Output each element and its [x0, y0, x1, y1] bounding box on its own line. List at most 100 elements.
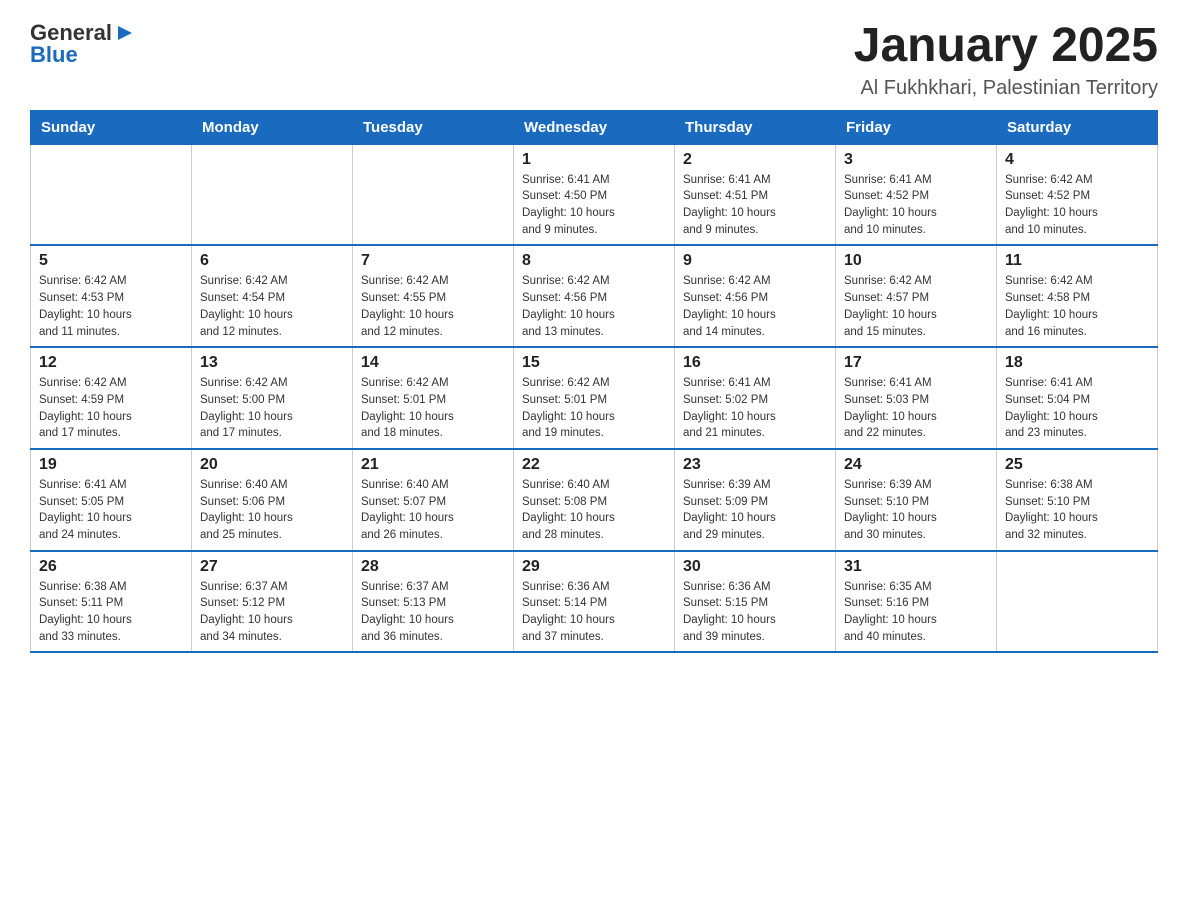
day-cell: 14 Sunrise: 6:42 AM Sunset: 5:01 PM Dayli…: [353, 347, 514, 449]
day-number: 26: [39, 558, 183, 576]
day-number: 18: [1005, 354, 1149, 372]
week-row-3: 12 Sunrise: 6:42 AM Sunset: 4:59 PM Dayli…: [31, 347, 1158, 449]
day-info: Sunrise: 6:41 AM Sunset: 5:04 PM Dayligh…: [1005, 375, 1149, 442]
header-cell-thursday: Thursday: [675, 110, 836, 144]
day-info: Sunrise: 6:40 AM Sunset: 5:06 PM Dayligh…: [200, 477, 344, 544]
page-header: General Blue January 2025 Al Fukhkhari, …: [30, 20, 1158, 100]
day-info: Sunrise: 6:42 AM Sunset: 5:01 PM Dayligh…: [361, 375, 505, 442]
day-number: 12: [39, 354, 183, 372]
day-cell: [997, 551, 1158, 653]
day-cell: 1 Sunrise: 6:41 AM Sunset: 4:50 PM Daylig…: [514, 144, 675, 245]
header-cell-friday: Friday: [836, 110, 997, 144]
day-cell: 26Sunrise: 6:38 AM Sunset: 5:11 PM Dayli…: [31, 551, 192, 653]
day-number: 14: [361, 354, 505, 372]
day-number: 30: [683, 558, 827, 576]
day-cell: 21Sunrise: 6:40 AM Sunset: 5:07 PM Dayli…: [353, 449, 514, 551]
day-number: 13: [200, 354, 344, 372]
day-info: Sunrise: 6:37 AM Sunset: 5:13 PM Dayligh…: [361, 579, 505, 646]
day-info: Sunrise: 6:41 AM Sunset: 5:05 PM Dayligh…: [39, 477, 183, 544]
month-title: January 2025: [854, 20, 1158, 73]
day-number: 22: [522, 456, 666, 474]
day-number: 25: [1005, 456, 1149, 474]
day-cell: 19 Sunrise: 6:41 AM Sunset: 5:05 PM Dayli…: [31, 449, 192, 551]
day-info: Sunrise: 6:41 AM Sunset: 5:03 PM Dayligh…: [844, 375, 988, 442]
day-number: 29: [522, 558, 666, 576]
day-cell: 22 Sunrise: 6:40 AM Sunset: 5:08 PM Dayli…: [514, 449, 675, 551]
day-cell: 24Sunrise: 6:39 AM Sunset: 5:10 PM Dayli…: [836, 449, 997, 551]
day-cell: 8 Sunrise: 6:42 AM Sunset: 4:56 PM Daylig…: [514, 245, 675, 347]
day-cell: 4Sunrise: 6:42 AM Sunset: 4:52 PM Daylig…: [997, 144, 1158, 245]
day-info: Sunrise: 6:36 AM Sunset: 5:15 PM Dayligh…: [683, 579, 827, 646]
week-row-4: 19 Sunrise: 6:41 AM Sunset: 5:05 PM Dayli…: [31, 449, 1158, 551]
day-cell: [192, 144, 353, 245]
week-row-1: 1 Sunrise: 6:41 AM Sunset: 4:50 PM Daylig…: [31, 144, 1158, 245]
day-cell: 16 Sunrise: 6:41 AM Sunset: 5:02 PM Dayli…: [675, 347, 836, 449]
day-cell: 23Sunrise: 6:39 AM Sunset: 5:09 PM Dayli…: [675, 449, 836, 551]
day-number: 6: [200, 252, 344, 270]
day-cell: 12 Sunrise: 6:42 AM Sunset: 4:59 PM Dayli…: [31, 347, 192, 449]
header-cell-wednesday: Wednesday: [514, 110, 675, 144]
day-number: 8: [522, 252, 666, 270]
header-cell-sunday: Sunday: [31, 110, 192, 144]
day-cell: 3 Sunrise: 6:41 AM Sunset: 4:52 PM Daylig…: [836, 144, 997, 245]
day-info: Sunrise: 6:42 AM Sunset: 5:00 PM Dayligh…: [200, 375, 344, 442]
day-cell: 13 Sunrise: 6:42 AM Sunset: 5:00 PM Dayli…: [192, 347, 353, 449]
day-number: 27: [200, 558, 344, 576]
day-info: Sunrise: 6:42 AM Sunset: 4:59 PM Dayligh…: [39, 375, 183, 442]
day-info: Sunrise: 6:39 AM Sunset: 5:10 PM Dayligh…: [844, 477, 988, 544]
day-cell: 5 Sunrise: 6:42 AM Sunset: 4:53 PM Daylig…: [31, 245, 192, 347]
day-cell: 7 Sunrise: 6:42 AM Sunset: 4:55 PM Daylig…: [353, 245, 514, 347]
header-cell-saturday: Saturday: [997, 110, 1158, 144]
day-number: 19: [39, 456, 183, 474]
day-cell: 2Sunrise: 6:41 AM Sunset: 4:51 PM Daylig…: [675, 144, 836, 245]
day-info: Sunrise: 6:38 AM Sunset: 5:10 PM Dayligh…: [1005, 477, 1149, 544]
day-number: 5: [39, 252, 183, 270]
day-number: 9: [683, 252, 827, 270]
header-cell-monday: Monday: [192, 110, 353, 144]
day-number: 16: [683, 354, 827, 372]
day-number: 2: [683, 151, 827, 169]
header-row: SundayMondayTuesdayWednesdayThursdayFrid…: [31, 110, 1158, 144]
day-info: Sunrise: 6:40 AM Sunset: 5:08 PM Dayligh…: [522, 477, 666, 544]
day-info: Sunrise: 6:42 AM Sunset: 4:55 PM Dayligh…: [361, 273, 505, 340]
day-cell: [353, 144, 514, 245]
day-cell: 6 Sunrise: 6:42 AM Sunset: 4:54 PM Daylig…: [192, 245, 353, 347]
header-cell-tuesday: Tuesday: [353, 110, 514, 144]
calendar-table: SundayMondayTuesdayWednesdayThursdayFrid…: [30, 110, 1158, 653]
day-number: 3: [844, 151, 988, 169]
day-info: Sunrise: 6:42 AM Sunset: 4:54 PM Dayligh…: [200, 273, 344, 340]
week-row-2: 5 Sunrise: 6:42 AM Sunset: 4:53 PM Daylig…: [31, 245, 1158, 347]
day-number: 7: [361, 252, 505, 270]
logo: General Blue: [30, 20, 136, 68]
day-number: 15: [522, 354, 666, 372]
day-info: Sunrise: 6:41 AM Sunset: 4:52 PM Dayligh…: [844, 172, 988, 239]
day-number: 23: [683, 456, 827, 474]
title-area: January 2025 Al Fukhkhari, Palestinian T…: [854, 20, 1158, 100]
day-number: 20: [200, 456, 344, 474]
day-cell: 29Sunrise: 6:36 AM Sunset: 5:14 PM Dayli…: [514, 551, 675, 653]
day-number: 17: [844, 354, 988, 372]
day-info: Sunrise: 6:41 AM Sunset: 4:50 PM Dayligh…: [522, 172, 666, 239]
day-cell: 20 Sunrise: 6:40 AM Sunset: 5:06 PM Dayli…: [192, 449, 353, 551]
logo-icon: General Blue: [30, 20, 136, 68]
day-cell: 27 Sunrise: 6:37 AM Sunset: 5:12 PM Dayli…: [192, 551, 353, 653]
day-number: 10: [844, 252, 988, 270]
day-cell: [31, 144, 192, 245]
day-number: 1: [522, 151, 666, 169]
day-info: Sunrise: 6:42 AM Sunset: 4:58 PM Dayligh…: [1005, 273, 1149, 340]
day-cell: 9 Sunrise: 6:42 AM Sunset: 4:56 PM Daylig…: [675, 245, 836, 347]
day-info: Sunrise: 6:42 AM Sunset: 4:53 PM Dayligh…: [39, 273, 183, 340]
day-cell: 17 Sunrise: 6:41 AM Sunset: 5:03 PM Dayli…: [836, 347, 997, 449]
logo-arrow-icon: [114, 22, 136, 44]
day-cell: 15 Sunrise: 6:42 AM Sunset: 5:01 PM Dayli…: [514, 347, 675, 449]
logo-text-blue: Blue: [30, 42, 78, 68]
day-info: Sunrise: 6:42 AM Sunset: 4:56 PM Dayligh…: [522, 273, 666, 340]
day-info: Sunrise: 6:42 AM Sunset: 5:01 PM Dayligh…: [522, 375, 666, 442]
day-info: Sunrise: 6:37 AM Sunset: 5:12 PM Dayligh…: [200, 579, 344, 646]
location: Al Fukhkhari, Palestinian Territory: [854, 77, 1158, 100]
day-info: Sunrise: 6:40 AM Sunset: 5:07 PM Dayligh…: [361, 477, 505, 544]
day-info: Sunrise: 6:42 AM Sunset: 4:56 PM Dayligh…: [683, 273, 827, 340]
day-info: Sunrise: 6:41 AM Sunset: 5:02 PM Dayligh…: [683, 375, 827, 442]
day-number: 4: [1005, 151, 1149, 169]
week-row-5: 26Sunrise: 6:38 AM Sunset: 5:11 PM Dayli…: [31, 551, 1158, 653]
